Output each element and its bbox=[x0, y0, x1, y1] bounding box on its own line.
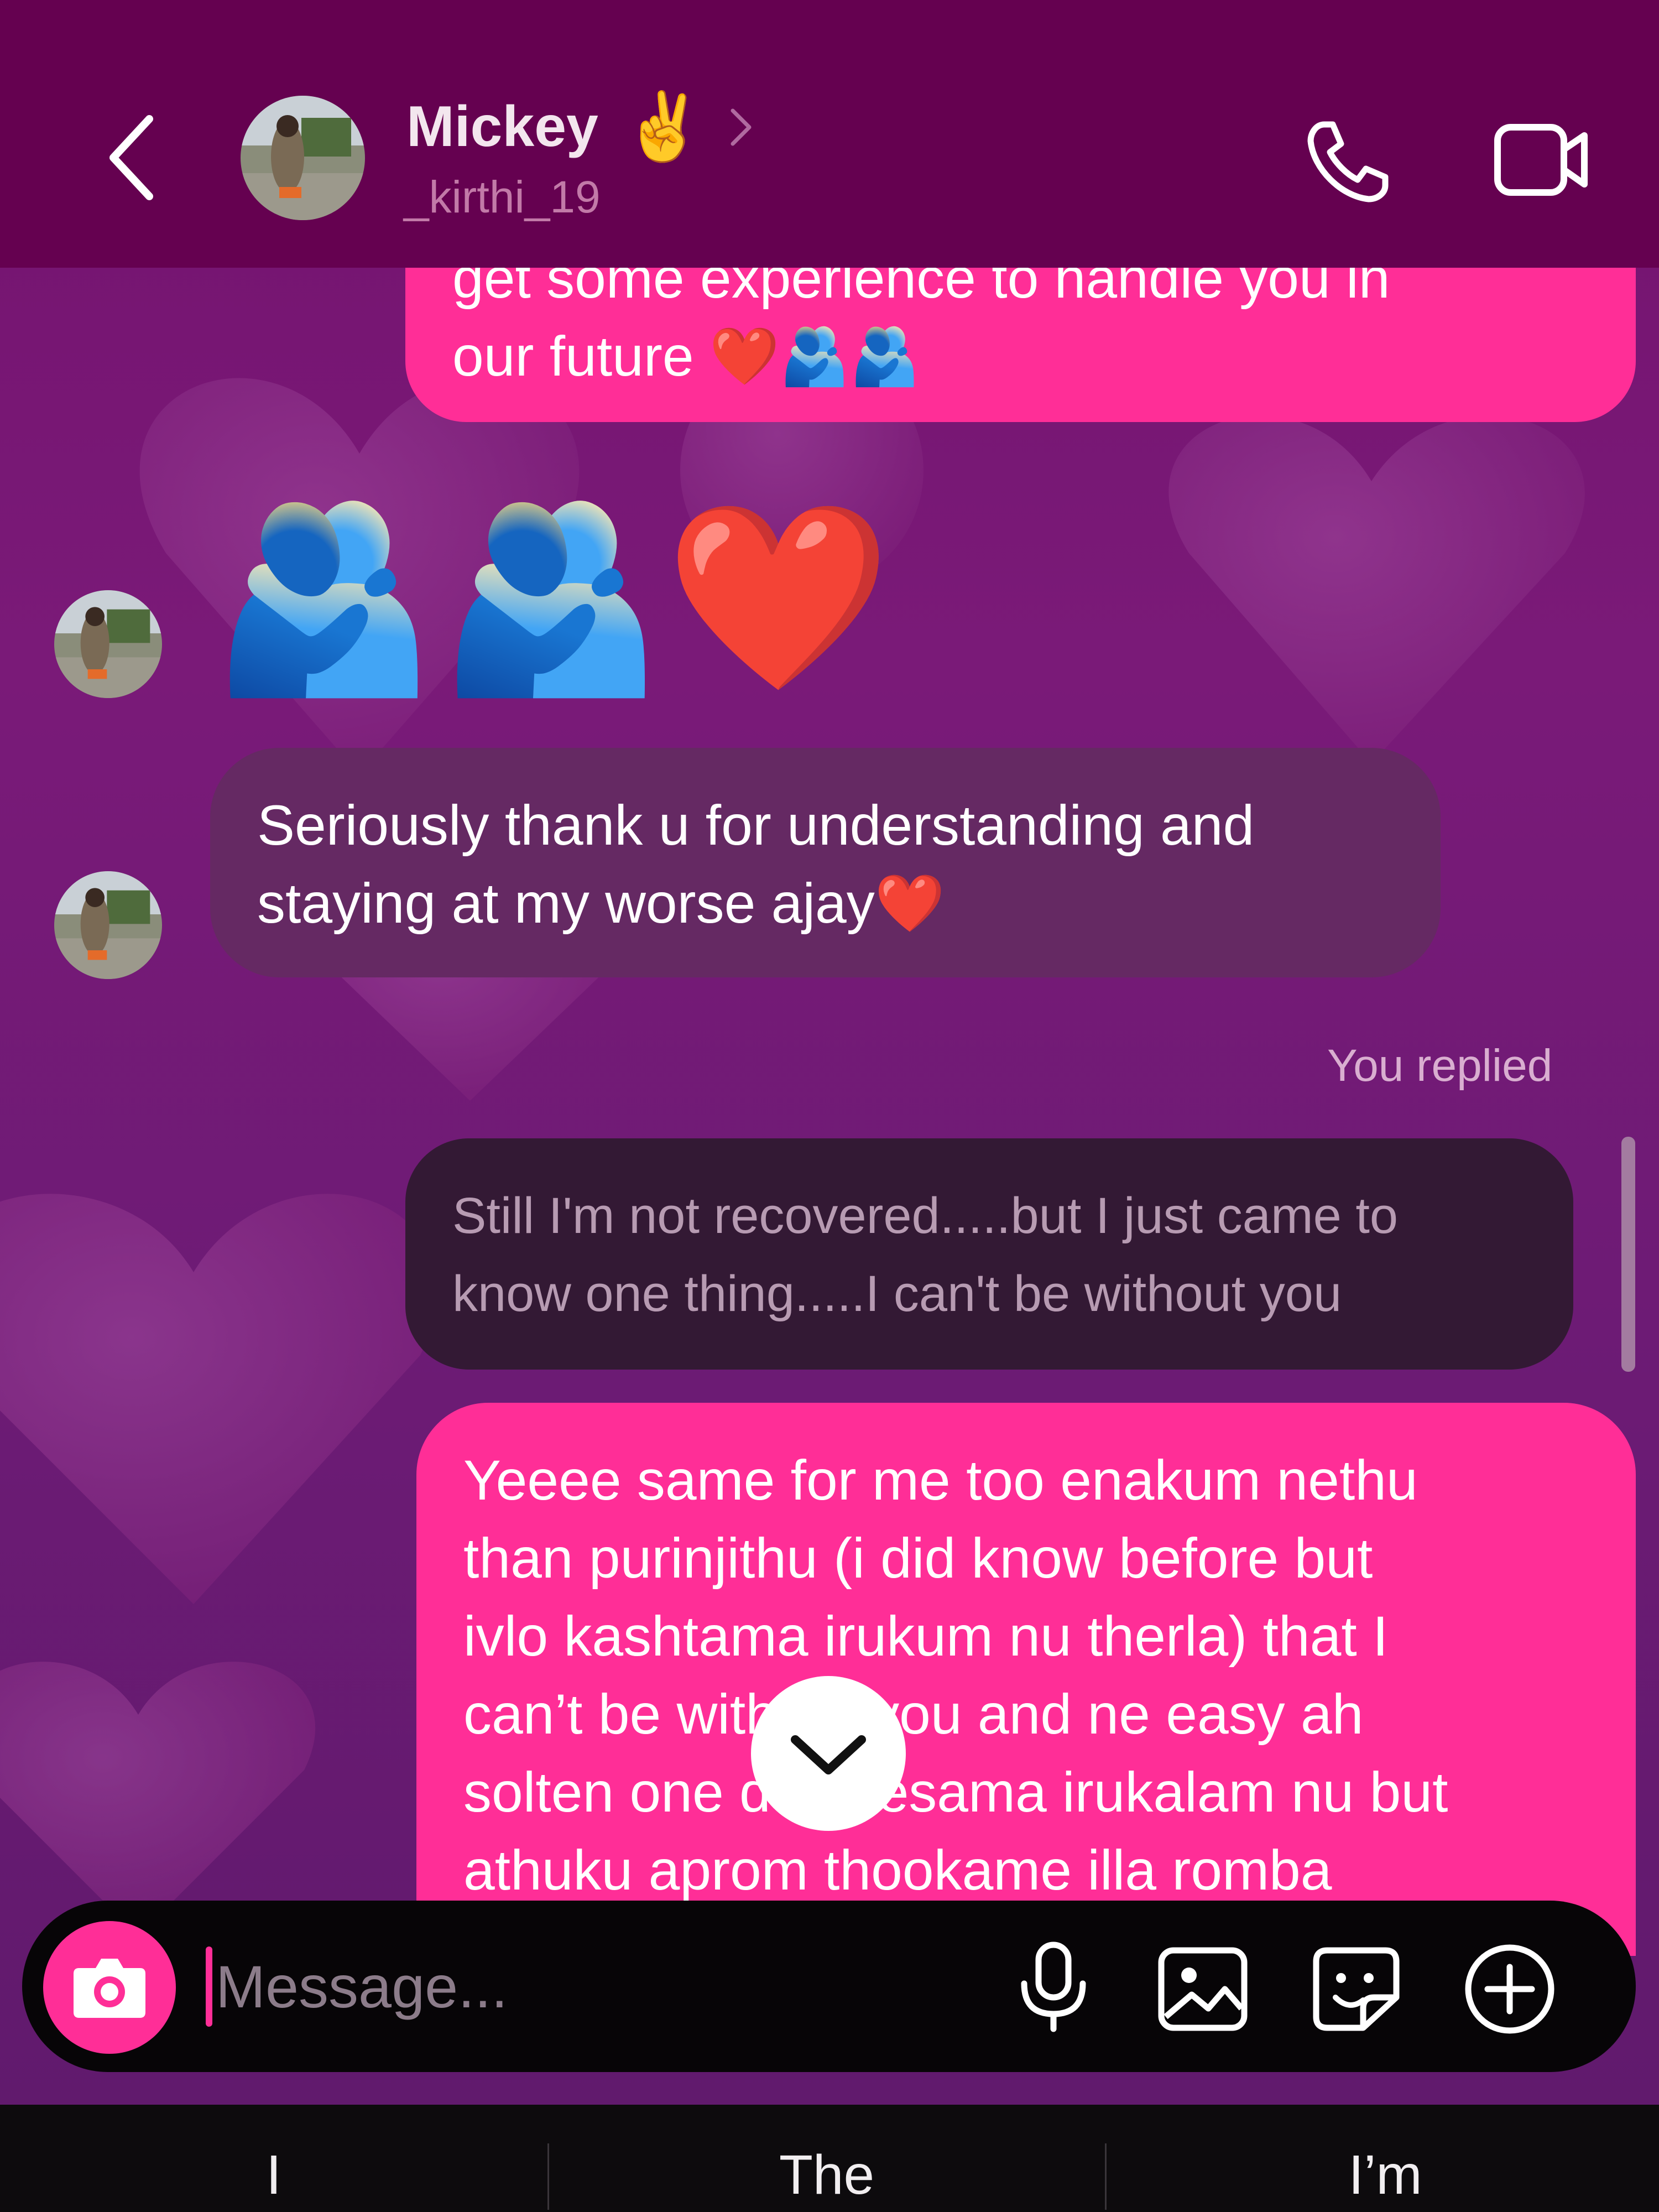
scrollbar[interactable] bbox=[1621, 1137, 1635, 1372]
suggestion-item[interactable]: The bbox=[553, 2143, 1100, 2207]
plus-circle-icon[interactable] bbox=[1463, 1942, 1557, 2036]
quoted-text-line: Still I'm not recovered.....but I just c… bbox=[452, 1188, 1399, 1244]
reply-label: You replied bbox=[1327, 1040, 1553, 1091]
contact-emoji: ✌️ bbox=[622, 90, 705, 164]
message-text-line: Yeeee same for me too enakum nethu bbox=[463, 1449, 1418, 1512]
chat-header: Mickey ✌️ _kirthi_19 bbox=[0, 0, 1659, 268]
phone-icon[interactable] bbox=[1302, 116, 1394, 207]
outgoing-message-bubble[interactable]: Yeeee same for me too enakum nethu than … bbox=[416, 1403, 1636, 1956]
message-text-line: staying at my worse ajay❤️ bbox=[257, 872, 945, 935]
back-icon[interactable] bbox=[100, 111, 160, 205]
message-text-line: than purinjithu (i did know before but bbox=[463, 1527, 1373, 1590]
sender-avatar[interactable] bbox=[54, 871, 162, 979]
message-text-line: ivlo kashtama irukum nu therla) that I bbox=[463, 1605, 1389, 1668]
suggestion-divider bbox=[547, 2143, 549, 2210]
message-composer bbox=[22, 1901, 1636, 2072]
contact-name[interactable]: Mickey bbox=[406, 94, 598, 160]
quoted-message[interactable]: Still I'm not recovered.....but I just c… bbox=[405, 1138, 1573, 1370]
chevron-right-icon[interactable] bbox=[724, 102, 758, 152]
chevron-down-icon bbox=[791, 1735, 866, 1774]
contact-avatar[interactable] bbox=[241, 96, 365, 220]
keyboard-suggestion-bar: I The I’m bbox=[0, 2105, 1659, 2212]
suggestion-item[interactable]: I’m bbox=[1112, 2143, 1659, 2207]
gallery-icon[interactable] bbox=[1156, 1945, 1250, 2033]
video-camera-icon[interactable] bbox=[1493, 119, 1590, 199]
microphone-icon[interactable] bbox=[1012, 1939, 1095, 2033]
message-text-line: can’t be without you and ne easy ah bbox=[463, 1683, 1364, 1746]
message-input[interactable] bbox=[210, 1934, 935, 2039]
message-text-line: solten one day pesama irukalam nu but bbox=[463, 1761, 1448, 1824]
camera-button[interactable] bbox=[43, 1921, 176, 2054]
emoji-only-message[interactable]: 🫂🫂❤️ bbox=[210, 487, 892, 708]
message-text-line: athuku aprom thookame illa romba bbox=[463, 1839, 1332, 1902]
suggestion-item[interactable]: I bbox=[0, 2143, 547, 2207]
message-text-line: Seriously thank u for understanding and bbox=[257, 794, 1255, 857]
contact-username: _kirthi_19 bbox=[404, 172, 601, 222]
message-text-line: our future ❤️🫂🫂 bbox=[452, 325, 920, 388]
incoming-message-bubble[interactable]: Seriously thank u for understanding and … bbox=[210, 748, 1441, 977]
scroll-to-bottom-button[interactable] bbox=[751, 1676, 906, 1831]
sticker-icon[interactable] bbox=[1311, 1945, 1402, 2033]
sender-avatar[interactable] bbox=[54, 590, 162, 698]
quoted-text-line: know one thing.....I can't be without yo… bbox=[452, 1266, 1342, 1322]
camera-icon bbox=[74, 1959, 145, 2018]
suggestion-divider bbox=[1105, 2143, 1107, 2210]
